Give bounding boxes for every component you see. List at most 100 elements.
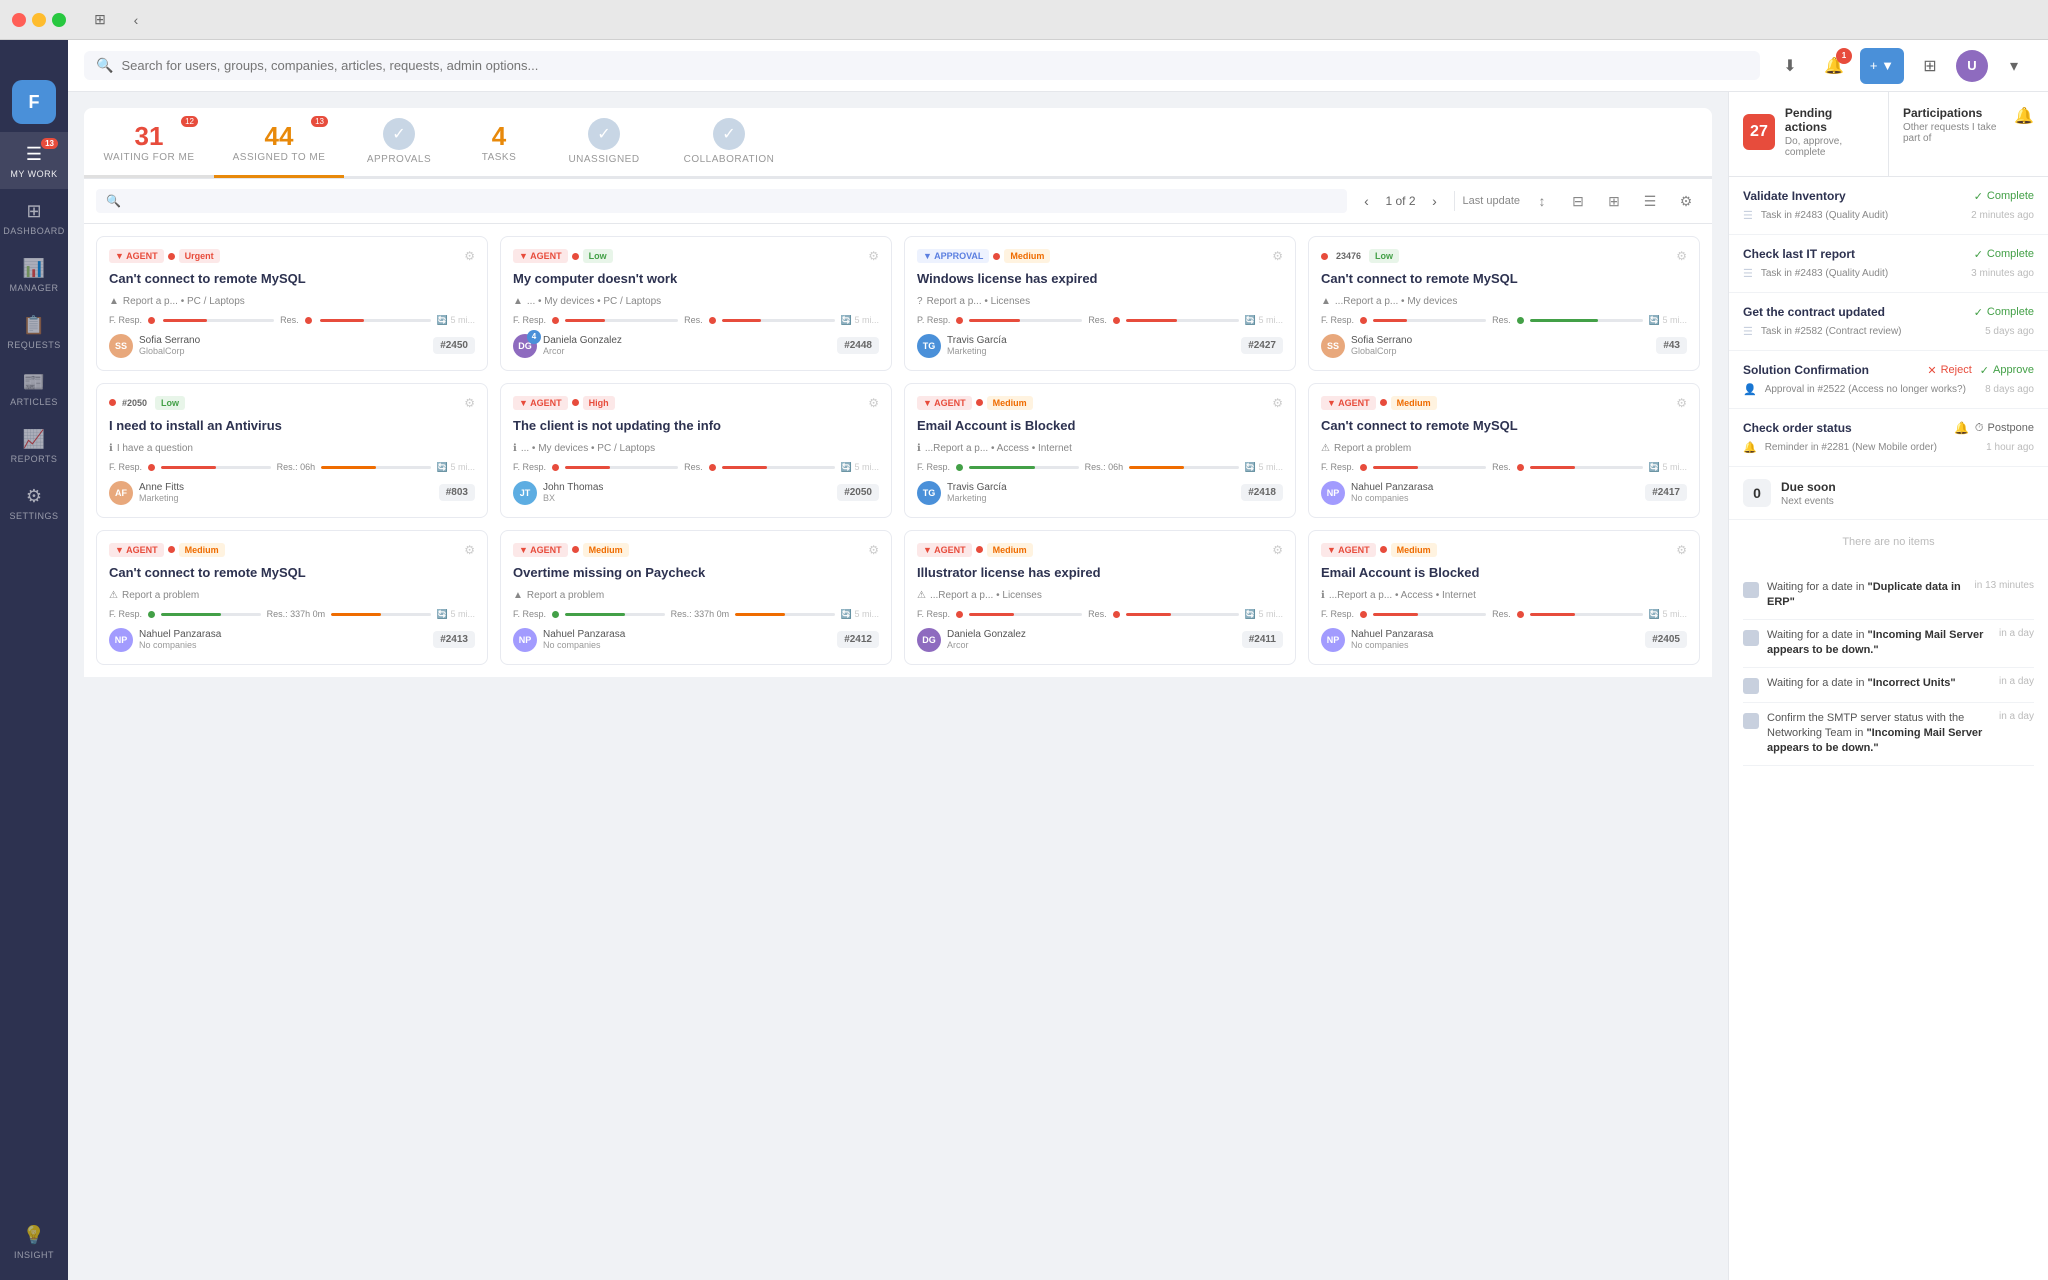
- agent-info: NP Nahuel Panzarasa No companies: [109, 628, 221, 652]
- sidebar-item-requests[interactable]: 📋 REQUESTS: [0, 303, 68, 360]
- tab-assigned-to-me[interactable]: 13 44 ASSIGNED TO ME: [214, 108, 344, 178]
- app-logo[interactable]: F: [12, 80, 56, 124]
- download-button[interactable]: ⬇: [1772, 48, 1808, 84]
- ticket-card[interactable]: ▼ AGENT Urgent ⚙ Can't connect to remote…: [96, 236, 488, 371]
- toolbar-search-icon: 🔍: [106, 194, 121, 208]
- ticket-card[interactable]: 23476 Low ⚙ Can't connect to remote MySQ…: [1308, 236, 1700, 371]
- ticket-card[interactable]: #2050 Low ⚙ I need to install an Antivir…: [96, 383, 488, 518]
- gear-icon[interactable]: ⚙: [1676, 249, 1687, 263]
- status-dot: [1380, 546, 1387, 553]
- pagination-next-button[interactable]: ›: [1424, 190, 1446, 212]
- gear-icon[interactable]: ⚙: [868, 249, 879, 263]
- card-progress: F. Resp. Res. 🔄 5 mi...: [513, 315, 879, 326]
- maximize-button[interactable]: [52, 13, 66, 27]
- view-list-button[interactable]: ☰: [1636, 187, 1664, 215]
- gear-icon[interactable]: ⚙: [464, 396, 475, 410]
- gear-icon[interactable]: ⚙: [1272, 396, 1283, 410]
- articles-icon: 📰: [22, 370, 46, 394]
- gear-icon[interactable]: ⚙: [464, 249, 475, 263]
- gear-icon[interactable]: ⚙: [464, 543, 475, 557]
- priority-badge: Medium: [987, 543, 1033, 557]
- minimize-button[interactable]: [32, 13, 46, 27]
- right-panel: 27 Pending actions Do, approve, complete…: [1728, 92, 2048, 1280]
- add-button[interactable]: + ▼: [1860, 48, 1904, 84]
- sidebar-item-my-work[interactable]: ☰ MY WORK 13: [0, 132, 68, 189]
- gear-icon[interactable]: ⚙: [1272, 249, 1283, 263]
- meta-icon: ℹ: [917, 443, 921, 454]
- pending-subtitle: Do, approve, complete: [1785, 136, 1874, 158]
- reject-button[interactable]: ✕ Reject: [1927, 364, 1971, 377]
- ticket-card[interactable]: ▼ APPROVAL Medium ⚙ Windows license has …: [904, 236, 1296, 371]
- sidebar-item-insight[interactable]: 💡 INSIGHT: [0, 1213, 68, 1270]
- agent-info: DG Daniela Gonzalez Arcor: [917, 628, 1026, 652]
- approve-button[interactable]: ✓ Approve: [1980, 364, 2034, 377]
- sidebar-toggle-button[interactable]: ⊞: [86, 10, 114, 30]
- gear-icon[interactable]: ⚙: [868, 543, 879, 557]
- ticket-card[interactable]: ▼ AGENT High ⚙ The client is not updatin…: [500, 383, 892, 518]
- user-avatar[interactable]: U: [1956, 50, 1988, 82]
- ticket-card[interactable]: ▼ AGENT Medium ⚙ Can't connect to remote…: [96, 530, 488, 665]
- tab-tasks[interactable]: 4 TASKS: [454, 108, 544, 178]
- grid-view-button[interactable]: ⊞: [1912, 48, 1948, 84]
- window-chrome: ⊞ ‹: [0, 0, 2048, 40]
- ticket-card[interactable]: ▼ AGENT Medium ⚙ Illustrator license has…: [904, 530, 1296, 665]
- meta-icon: ⚠: [1321, 443, 1330, 454]
- view-card-button[interactable]: ⊞: [1600, 187, 1628, 215]
- sort-button[interactable]: ↕: [1528, 187, 1556, 215]
- agent-info: TG Travis García Marketing: [917, 481, 1007, 505]
- ticket-number: #803: [439, 484, 475, 501]
- tab-collaboration[interactable]: ✓ COLLABORATION: [664, 108, 794, 178]
- tab-approvals[interactable]: ✓ APPROVALS: [344, 108, 454, 178]
- card-footer: JT John Thomas BX #2050: [513, 481, 879, 505]
- due-soon-subtitle: Next events: [1781, 496, 1836, 507]
- sidebar-item-manager[interactable]: 📊 MANAGER: [0, 246, 68, 303]
- user-menu-button[interactable]: ▾: [1996, 48, 2032, 84]
- settings-button[interactable]: ⚙: [1672, 187, 1700, 215]
- ticket-number: #2417: [1645, 484, 1687, 501]
- meta-icon: ℹ: [1321, 590, 1325, 601]
- priority-badge: Low: [155, 396, 185, 410]
- card-title: Email Account is Blocked: [1321, 565, 1687, 582]
- ticket-card[interactable]: ▼ AGENT Low ⚙ My computer doesn't work ▲…: [500, 236, 892, 371]
- ticket-card[interactable]: ▼ AGENT Medium ⚙ Overtime missing on Pay…: [500, 530, 892, 665]
- approvals-label: APPROVALS: [367, 154, 431, 165]
- sidebar-item-dashboard[interactable]: ⊞ DASHBOARD: [0, 189, 68, 246]
- sidebar-item-articles[interactable]: 📰 ARTICLES: [0, 360, 68, 417]
- close-button[interactable]: [12, 13, 26, 27]
- gear-icon[interactable]: ⚙: [1676, 396, 1687, 410]
- sidebar-item-reports[interactable]: 📈 REPORTS: [0, 417, 68, 474]
- ticket-id: 23476: [1336, 251, 1361, 261]
- tab-unassigned[interactable]: ✓ UNASSIGNED: [544, 108, 664, 178]
- ticket-card[interactable]: ▼ AGENT Medium ⚙ Can't connect to remote…: [1308, 383, 1700, 518]
- priority-badge: Medium: [1391, 543, 1437, 557]
- toolbar-divider: [1454, 191, 1455, 211]
- ticket-card[interactable]: ▼ AGENT Medium ⚙ Email Account is Blocke…: [904, 383, 1296, 518]
- assigned-count: 44: [265, 121, 294, 152]
- pagination-info: 1 of 2: [1385, 194, 1415, 208]
- postpone-button[interactable]: ⏱ Postpone: [1975, 422, 2034, 435]
- ticket-card[interactable]: ▼ AGENT Medium ⚙ Email Account is Blocke…: [1308, 530, 1700, 665]
- filter-button[interactable]: ⊟: [1564, 187, 1592, 215]
- sidebar-item-settings[interactable]: ⚙ SETTINGS: [0, 474, 68, 531]
- gear-icon[interactable]: ⚙: [1676, 543, 1687, 557]
- task-icon: ☰: [1743, 267, 1753, 280]
- pending-title: Pending actions: [1785, 106, 1874, 134]
- gear-icon[interactable]: ⚙: [1272, 543, 1283, 557]
- search-input[interactable]: [121, 58, 1747, 73]
- nav-back-button[interactable]: ‹: [122, 10, 150, 30]
- tab-waiting-for-me[interactable]: 12 31 WAITING FOR ME: [84, 108, 214, 178]
- type-badge: ▼ AGENT: [1321, 396, 1376, 410]
- participation-subtitle: Other requests I take part of: [1903, 122, 2014, 144]
- status-dot: [168, 546, 175, 553]
- ticket-number: #2413: [433, 631, 475, 648]
- agent-info: NP Nahuel Panzarasa No companies: [1321, 628, 1433, 652]
- status-dot: [572, 546, 579, 553]
- type-badge: ▼ AGENT: [513, 396, 568, 410]
- ticket-number: #2405: [1645, 631, 1687, 648]
- avatar: SS: [109, 334, 133, 358]
- pagination-prev-button[interactable]: ‹: [1355, 190, 1377, 212]
- action-item-solution-confirmation: Solution Confirmation ✕ Reject ✓ Approve: [1729, 351, 2048, 409]
- gear-icon[interactable]: ⚙: [868, 396, 879, 410]
- ticket-search-input[interactable]: [127, 194, 1338, 208]
- notification-button[interactable]: 🔔 1: [1816, 48, 1852, 84]
